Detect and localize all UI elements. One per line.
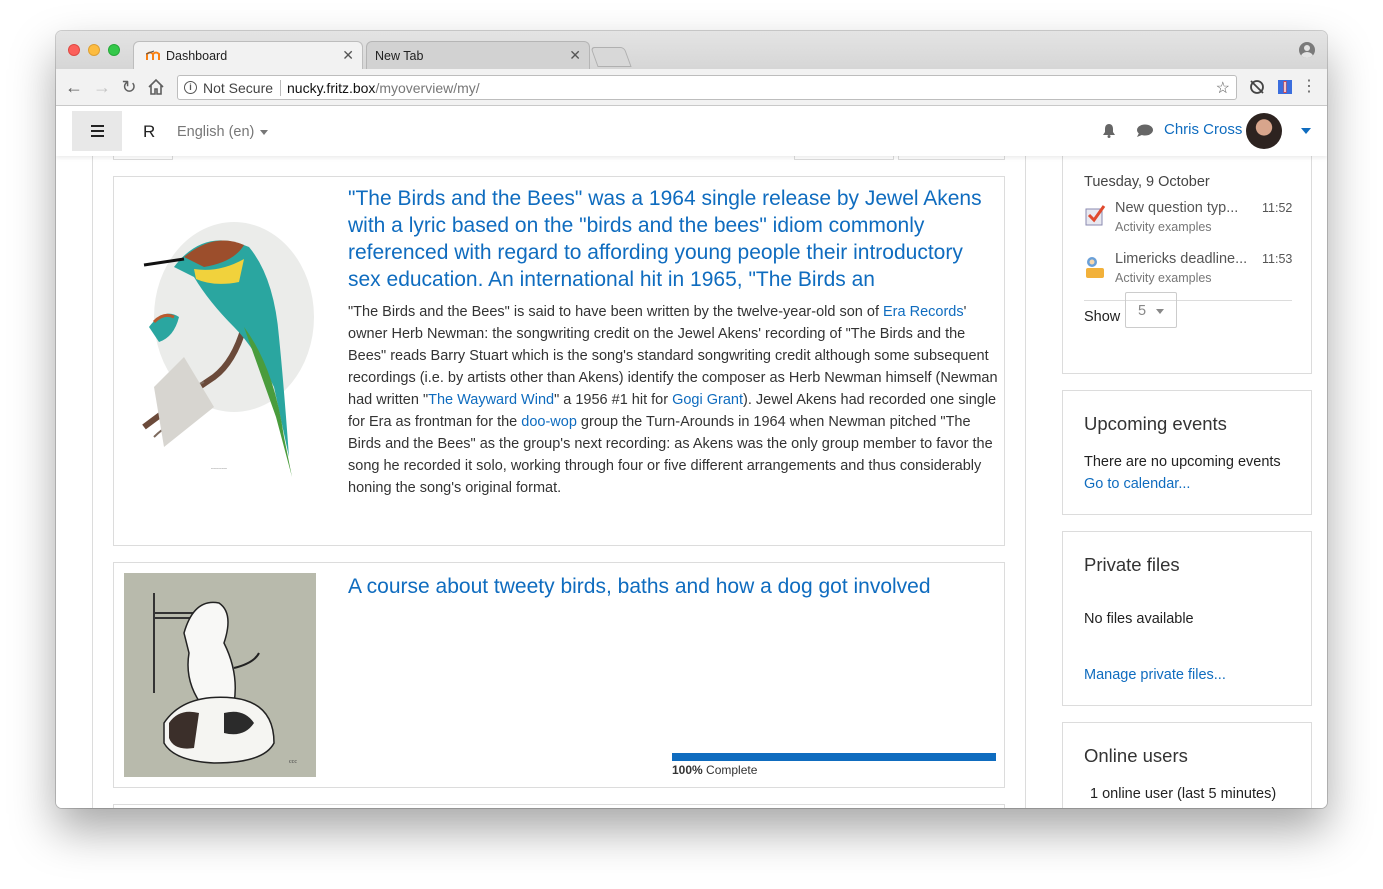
manage-private-files-link[interactable]: Manage private files... <box>1084 667 1226 683</box>
site-navbar: R English (en) Chris Cross <box>56 106 1327 156</box>
show-count-select[interactable]: 5 <box>1125 292 1177 328</box>
language-menu[interactable]: English (en) <box>177 124 269 140</box>
drawer-toggle-button[interactable] <box>72 111 122 151</box>
close-window-button[interactable] <box>68 44 80 56</box>
show-label: Show <box>1084 309 1121 325</box>
url-text: nucky.fritz.box/myoverview/my/ <box>287 80 480 96</box>
partial-button <box>794 156 894 160</box>
browser-window: Dashboard ✕ New Tab ✕ ← → ↻ i Not Secure… <box>56 31 1327 808</box>
tab-label: Dashboard <box>166 49 228 63</box>
timeline-date: Tuesday, 9 October <box>1084 174 1210 190</box>
reload-icon[interactable]: ↻ <box>119 77 139 97</box>
course-image-bird[interactable]: ~~~~~~ <box>124 187 314 487</box>
tab-close-icon[interactable]: ✕ <box>569 47 581 64</box>
timeline-block: Tuesday, 9 October New question typ... A… <box>1062 136 1312 374</box>
progress-percent: 100% <box>672 763 703 777</box>
progress-label: 100% Complete <box>672 763 757 777</box>
block-title: Upcoming events <box>1084 413 1227 434</box>
back-arrow-icon[interactable]: ← <box>64 77 84 97</box>
bookmark-star-icon[interactable]: ☆ <box>1216 78 1230 98</box>
online-users-summary: 1 online user (last 5 minutes) <box>1090 786 1277 802</box>
course-card: ccc A course about tweety birds, baths a… <box>113 562 1005 788</box>
tab-close-icon[interactable]: ✕ <box>342 47 354 64</box>
course-card-partial <box>113 804 1005 808</box>
private-files-block: Private files No files available Manage … <box>1062 531 1312 706</box>
browser-toolbar: ← → ↻ i Not Secure nucky.fritz.box/myove… <box>56 69 1327 106</box>
chevron-down-icon <box>1156 309 1164 314</box>
timeline-item-time: 11:53 <box>1262 252 1293 266</box>
svg-text:ccc: ccc <box>289 759 297 765</box>
summary-text: " a 1956 #1 hit for <box>554 392 673 408</box>
new-tab-button[interactable] <box>590 47 632 67</box>
partial-button <box>898 156 1005 160</box>
timeline-item-name[interactable]: New question typ... <box>1115 200 1238 216</box>
block-title: Online users <box>1084 745 1188 766</box>
browser-menu-icon[interactable]: ⋮ <box>1299 77 1319 97</box>
course-title-link[interactable]: A course about tweety birds, baths and h… <box>348 573 998 600</box>
minimize-window-button[interactable] <box>88 44 100 56</box>
tab-dashboard[interactable]: Dashboard ✕ <box>133 41 363 69</box>
avatar[interactable] <box>1246 113 1282 149</box>
summary-link-wayward-wind[interactable]: The Wayward Wind <box>428 392 554 408</box>
timeline-item-name[interactable]: Limericks deadline... <box>1115 251 1247 267</box>
block-title: Private files <box>1084 554 1180 575</box>
user-menu-name[interactable]: Chris Cross <box>1164 121 1242 138</box>
moodle-page: R English (en) Chris Cross ~~~~~~ "The B… <box>56 106 1327 808</box>
assignment-icon <box>1086 257 1104 278</box>
security-label: Not Secure <box>203 80 274 96</box>
partial-button <box>113 156 173 160</box>
tab-label: New Tab <box>375 49 424 63</box>
go-to-calendar-link[interactable]: Go to calendar... <box>1084 476 1190 492</box>
sync-extension-icon[interactable] <box>1248 78 1266 96</box>
quiz-icon <box>1085 205 1106 226</box>
hamburger-icon <box>91 135 104 137</box>
notification-bell-icon[interactable] <box>1102 123 1116 138</box>
user-menu-chevron-down-icon[interactable] <box>1301 128 1311 134</box>
course-title-link[interactable]: "The Birds and the Bees" was a 1964 sing… <box>348 185 998 293</box>
forward-arrow-icon[interactable]: → <box>92 77 112 97</box>
language-label: English (en) <box>177 124 255 140</box>
browser-profile-icon[interactable] <box>1299 42 1315 58</box>
upcoming-events-block: Upcoming events There are no upcoming ev… <box>1062 390 1312 515</box>
extension-icon[interactable] <box>1276 78 1294 96</box>
url-path: /myoverview/my/ <box>375 80 480 96</box>
home-icon[interactable] <box>147 78 165 96</box>
divider <box>1084 300 1292 301</box>
online-users-block: Online users 1 online user (last 5 minut… <box>1062 722 1312 808</box>
address-bar[interactable]: i Not Secure nucky.fritz.box/myoverview/… <box>177 75 1237 100</box>
messages-chat-icon[interactable] <box>1136 124 1154 138</box>
site-name-link[interactable]: R <box>143 122 155 142</box>
summary-link-era-records[interactable]: Era Records <box>883 304 964 320</box>
course-card: ~~~~~~ "The Birds and the Bees" was a 19… <box>113 176 1005 546</box>
course-progress-bar <box>672 753 996 761</box>
progress-bar-fill <box>672 753 996 761</box>
summary-text: "The Birds and the Bees" is said to have… <box>348 304 883 320</box>
timeline-item-course: Activity examples <box>1115 271 1212 285</box>
zoom-window-button[interactable] <box>108 44 120 56</box>
hamburger-icon <box>91 130 104 132</box>
private-files-empty-text: No files available <box>1084 611 1194 627</box>
svg-text:~~~~~~: ~~~~~~ <box>211 467 228 472</box>
tab-new-tab[interactable]: New Tab ✕ <box>366 41 590 69</box>
moodle-favicon-icon <box>146 50 160 60</box>
course-image-dog[interactable]: ccc <box>124 573 316 777</box>
course-summary: "The Birds and the Bees" is said to have… <box>348 301 998 499</box>
summary-link-doo-wop[interactable]: doo-wop <box>521 414 577 430</box>
timeline-item-course: Activity examples <box>1115 220 1212 234</box>
url-host: nucky.fritz.box <box>287 80 376 96</box>
chevron-down-icon <box>260 129 269 135</box>
progress-suffix: Complete <box>702 763 758 777</box>
upcoming-empty-text: There are no upcoming events <box>1084 454 1281 470</box>
divider <box>280 80 281 96</box>
hamburger-icon <box>91 125 104 127</box>
title-bar: Dashboard ✕ New Tab ✕ <box>56 31 1327 69</box>
timeline-item-time: 11:52 <box>1262 201 1293 215</box>
summary-link-gogi-grant[interactable]: Gogi Grant <box>672 392 743 408</box>
info-icon[interactable]: i <box>184 81 197 94</box>
show-count-value: 5 <box>1138 303 1147 319</box>
